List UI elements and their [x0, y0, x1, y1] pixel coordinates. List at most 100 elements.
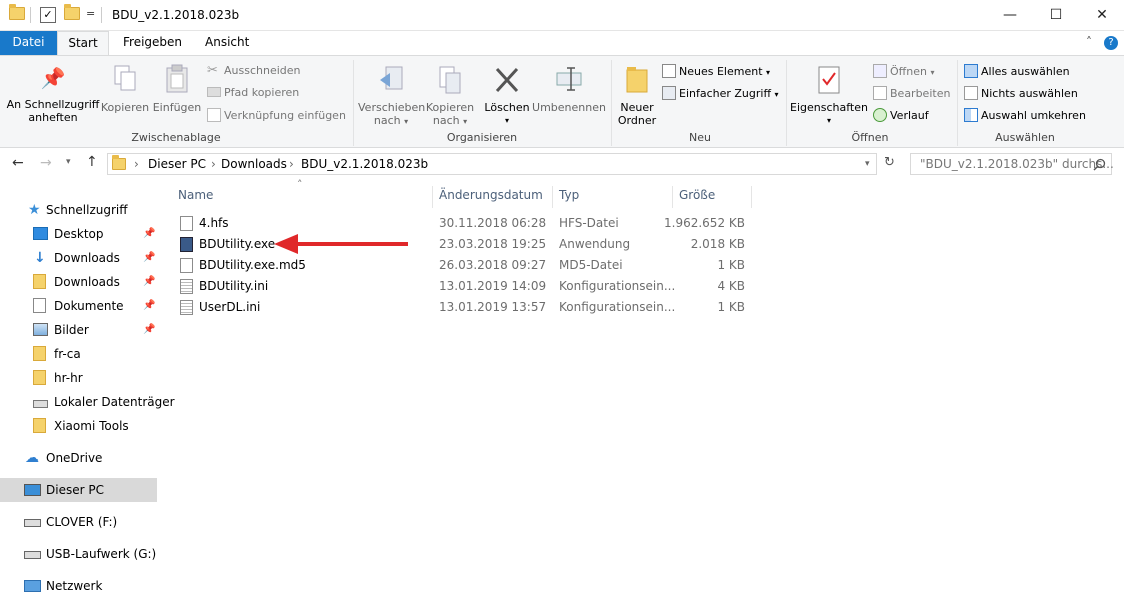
nav-label: Dieser PC [46, 483, 104, 497]
delete-button[interactable]: Löschen ▾ [482, 64, 532, 127]
invert-selection-label: Auswahl umkehren [981, 109, 1086, 122]
path-icon [207, 87, 221, 97]
nav-quick-access[interactable]: ★ Schnellzugriff [0, 198, 158, 222]
minimize-button[interactable]: — [987, 0, 1033, 31]
divider [101, 7, 102, 23]
forward-arrow-icon[interactable]: → [40, 155, 52, 171]
file-row[interactable]: 4.hfs 30.11.2018 06:28 HFS-Datei 1.962.6… [176, 213, 756, 234]
nav-label: USB-Laufwerk (G:) [46, 547, 157, 561]
nav-downloads-folder[interactable]: Downloads 📌 [0, 270, 158, 294]
group-label-select: Auswählen [995, 131, 1055, 144]
copy-to-button[interactable]: Kopieren nach ▾ [424, 64, 476, 128]
folder-icon [33, 274, 46, 289]
file-date: 30.11.2018 06:28 [439, 216, 547, 230]
pin-icon[interactable]: 📌 [143, 270, 155, 294]
nav-desktop[interactable]: Desktop 📌 [0, 222, 158, 246]
nav-clover-drive[interactable]: CLOVER (F:) [0, 510, 158, 534]
nav-documents[interactable]: Dokumente 📌 [0, 294, 158, 318]
download-arrow-icon: ↓ [34, 250, 46, 266]
folder-icon [33, 418, 46, 433]
edit-button[interactable]: Bearbeiten [873, 86, 950, 101]
close-button[interactable]: ✕ [1079, 0, 1124, 31]
pin-icon[interactable]: 📌 [143, 318, 155, 342]
column-type[interactable]: Typ [559, 186, 579, 204]
help-icon[interactable]: ? [1104, 36, 1118, 50]
tab-datei[interactable]: Datei [0, 31, 57, 55]
chevron-up-icon[interactable]: ˄ [1086, 35, 1092, 49]
tab-freigeben[interactable]: Freigeben [113, 31, 192, 55]
select-none-icon [964, 86, 978, 100]
select-all-icon [964, 64, 978, 78]
nav-this-pc[interactable]: Dieser PC [0, 478, 157, 502]
breadcrumb-downloads[interactable]: Downloads [221, 157, 287, 171]
move-to-button[interactable]: Verschieben nach ▾ [358, 64, 425, 128]
up-arrow-icon[interactable]: ↑ [86, 154, 98, 170]
nav-label: Xiaomi Tools [54, 419, 129, 433]
refresh-icon[interactable]: ↻ [884, 155, 895, 170]
breadcrumb-dieser-pc[interactable]: Dieser PC [148, 157, 206, 171]
nav-hr-hr[interactable]: hr-hr [0, 366, 158, 390]
select-all-button[interactable]: Alles auswählen [964, 64, 1070, 79]
rename-button[interactable]: Umbenennen [532, 64, 606, 114]
star-icon: ★ [28, 202, 41, 218]
nav-pictures[interactable]: Bilder 📌 [0, 318, 158, 342]
rename-icon [556, 67, 582, 91]
file-row[interactable]: BDUtility.ini 13.01.2019 14:09 Konfigura… [176, 276, 756, 297]
breadcrumb-current-folder[interactable]: BDU_v2.1.2018.023b [301, 157, 428, 171]
open-button[interactable]: Öffnen ▾ [873, 64, 934, 80]
easy-access-icon [662, 86, 676, 100]
tab-ansicht[interactable]: Ansicht [195, 31, 259, 55]
new-item-button[interactable]: Neues Element ▾ [662, 64, 770, 80]
nav-usb-drive[interactable]: USB-Laufwerk (G:) [0, 542, 158, 566]
nav-label: Downloads [54, 251, 120, 265]
pin-quick-access-button[interactable]: 📌 An Schnellzugriff anheften [6, 66, 100, 124]
tab-start[interactable]: Start [57, 31, 109, 55]
copy-button[interactable]: Kopieren [100, 64, 150, 114]
shortcut-icon [207, 108, 221, 122]
file-row[interactable]: BDUtility.exe.md5 26.03.2018 09:27 MD5-D… [176, 255, 756, 276]
group-label-open: Öffnen [851, 131, 889, 144]
copy-path-button[interactable]: Pfad kopieren [207, 86, 299, 100]
nav-network[interactable]: Netzwerk [0, 574, 158, 598]
nav-downloads-quick[interactable]: ↓ Downloads 📌 [0, 246, 158, 270]
back-arrow-icon[interactable]: ← [12, 155, 24, 171]
pin-icon[interactable]: 📌 [143, 246, 155, 270]
paste-button[interactable]: Einfügen [152, 64, 202, 114]
new-folder-button[interactable]: Neuer Ordner [614, 64, 660, 127]
easy-access-button[interactable]: Einfacher Zugriff ▾ [662, 86, 779, 102]
new-folder-quick-icon[interactable] [64, 4, 80, 23]
invert-selection-icon [964, 108, 978, 122]
column-date[interactable]: Änderungsdatum [439, 186, 543, 204]
properties-quick-icon[interactable]: ✓ [40, 7, 56, 23]
pin-icon[interactable]: 📌 [143, 222, 155, 246]
file-row[interactable]: UserDL.ini 13.01.2019 13:57 Konfiguratio… [176, 297, 756, 318]
breadcrumb-separator-icon: › [211, 157, 216, 171]
paste-shortcut-button[interactable]: Verknüpfung einfügen [207, 108, 346, 123]
nav-local-disk[interactable]: Lokaler Datenträger [0, 390, 175, 414]
open-icon [873, 64, 887, 78]
cut-label: Ausschneiden [224, 64, 301, 77]
cut-button[interactable]: ✂ Ausschneiden [207, 64, 301, 78]
nav-xiaomi-tools[interactable]: Xiaomi Tools [0, 414, 158, 438]
qat-dropdown-icon[interactable]: = [86, 7, 95, 20]
nav-onedrive[interactable]: ☁ OneDrive [0, 446, 158, 470]
properties-button[interactable]: Eigenschaften ▾ [790, 64, 868, 127]
column-headers: ˄ Name Änderungsdatum Typ Größe [170, 178, 760, 208]
history-icon [873, 108, 887, 122]
address-bar[interactable]: › Dieser PC › Downloads › BDU_v2.1.2018.… [107, 153, 877, 175]
file-row[interactable]: BDUtility.exe 23.03.2018 19:25 Anwendung… [176, 234, 756, 255]
open-label: Öffnen [890, 65, 927, 78]
column-name[interactable]: Name [178, 186, 213, 204]
select-none-button[interactable]: Nichts auswählen [964, 86, 1078, 101]
recent-locations-icon[interactable]: ▾ [66, 157, 71, 167]
invert-selection-button[interactable]: Auswahl umkehren [964, 108, 1086, 123]
search-box[interactable]: "BDU_v2.1.2018.023b" durchs... [910, 153, 1114, 175]
nav-fr-ca[interactable]: fr-ca [0, 342, 158, 366]
maximize-button[interactable]: ☐ [1033, 0, 1079, 31]
history-button[interactable]: Verlauf [873, 108, 929, 123]
folder-icon [112, 155, 126, 173]
nav-label: Dokumente [54, 299, 124, 313]
column-size[interactable]: Größe [679, 186, 715, 204]
address-dropdown-icon[interactable]: ▾ [865, 159, 870, 169]
pin-icon[interactable]: 📌 [143, 294, 155, 318]
